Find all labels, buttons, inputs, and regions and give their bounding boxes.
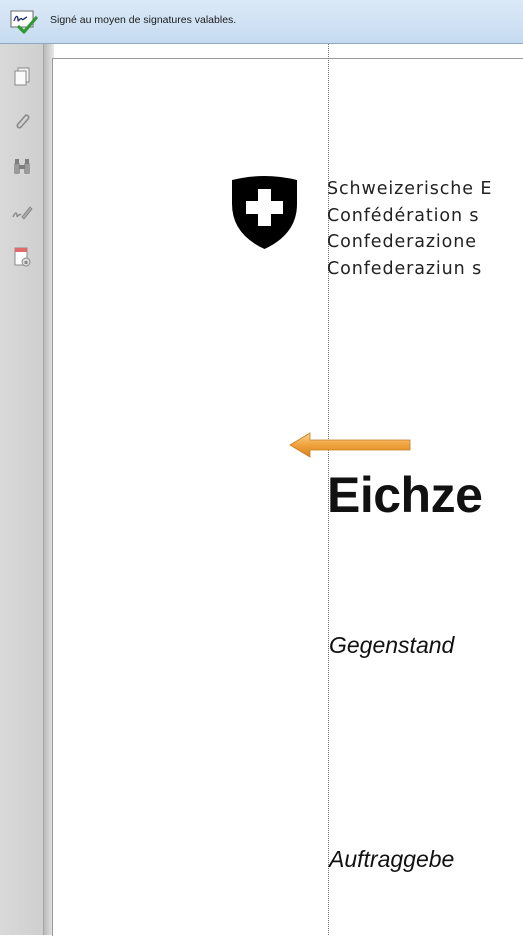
pages-icon[interactable]: [9, 64, 35, 90]
confederation-line-it: Confederazione: [327, 232, 477, 252]
confederation-names: Schweizerische E Confédération s Confede…: [327, 176, 492, 282]
signature-pen-icon[interactable]: [9, 200, 35, 226]
signature-status-text: Signé au moyen de signatures valables.: [50, 14, 237, 26]
confederation-line-rm: Confederaziun s: [327, 258, 483, 279]
signature-status-bar: Signé au moyen de signatures valables.: [0, 0, 523, 44]
paperclip-icon[interactable]: [9, 108, 35, 134]
confederation-line-fr: Confédération s: [327, 205, 480, 226]
arrow-annotation-icon: [289, 432, 411, 458]
swiss-shield-logo: [232, 176, 297, 249]
confederation-line-de: Schweizerische E: [327, 179, 493, 199]
signature-valid-icon[interactable]: [9, 9, 39, 35]
binoculars-icon[interactable]: [9, 154, 35, 180]
navigation-rail: [0, 44, 44, 935]
document-lock-icon[interactable]: [9, 244, 35, 270]
subject-label: Gegenstand: [329, 632, 455, 658]
client-label: Auftraggebe: [329, 846, 455, 872]
document-title: Eichze: [327, 467, 483, 523]
